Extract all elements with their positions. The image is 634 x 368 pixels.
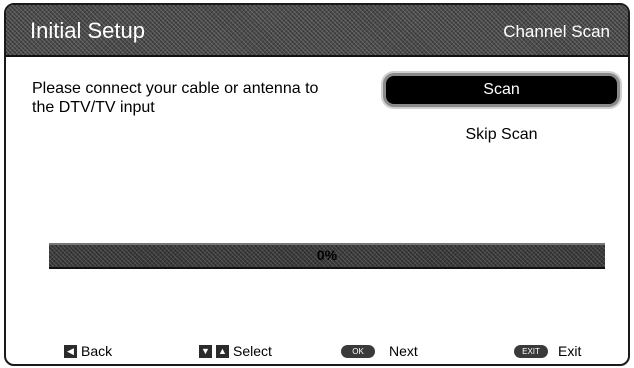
footer-hints: ◀ Back ▼ ▲ Select OK Next EXIT Exit (6, 343, 628, 363)
section-title: Channel Scan (503, 22, 610, 41)
select-label: Select (233, 343, 272, 359)
title-bar: Initial Setup Channel Scan (6, 5, 628, 57)
left-arrow-icon: ◀ (64, 344, 77, 358)
up-arrow-icon: ▲ (216, 344, 229, 358)
select-hint[interactable]: ▼ ▲ Select (199, 343, 272, 359)
exit-label: Exit (558, 343, 582, 359)
exit-key-icon: EXIT (514, 344, 548, 358)
scan-progress-bar: 0% (49, 243, 605, 269)
connect-instructions: Please connect your cable or antenna to … (32, 80, 319, 116)
next-hint[interactable]: OK Next (341, 343, 418, 359)
back-hint[interactable]: ◀ Back (64, 343, 112, 359)
setup-screen: Initial Setup Channel Scan Please connec… (4, 3, 630, 366)
skip-scan-button[interactable]: Skip Scan (386, 123, 617, 147)
down-arrow-icon: ▼ (199, 344, 212, 358)
scan-button[interactable]: Scan (386, 76, 617, 104)
progress-percent: 0% (316, 247, 338, 263)
back-label: Back (81, 343, 113, 359)
next-label: Next (389, 343, 418, 359)
exit-hint[interactable]: EXIT Exit (514, 343, 581, 359)
page-title: Initial Setup (30, 18, 145, 43)
ok-key-icon: OK (341, 344, 375, 358)
